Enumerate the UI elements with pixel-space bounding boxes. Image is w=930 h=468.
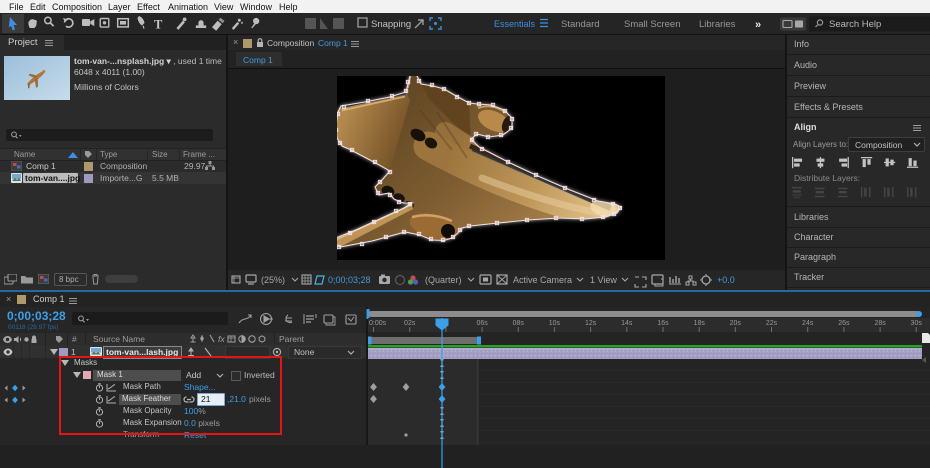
svg-text:+0.0: +0.0	[717, 275, 735, 285]
svg-text:»: »	[755, 19, 761, 31]
svg-text:06s: 06s	[476, 320, 488, 327]
svg-text:1 View: 1 View	[590, 275, 617, 285]
svg-text:12s: 12s	[585, 320, 597, 327]
svg-text:02s: 02s	[404, 320, 416, 327]
svg-text:(25%): (25%)	[261, 275, 285, 285]
svg-text:Libraries: Libraries	[699, 19, 736, 30]
svg-text:08s: 08s	[513, 320, 525, 327]
svg-text:Small Screen: Small Screen	[624, 19, 681, 30]
svg-text:Search Help: Search Help	[829, 19, 881, 30]
svg-text:20s: 20s	[730, 320, 742, 327]
svg-text:Active Camera: Active Camera	[513, 275, 572, 285]
svg-text:Essentials: Essentials	[494, 19, 536, 29]
svg-text:0:00s: 0:00s	[369, 320, 387, 327]
svg-text:16s: 16s	[657, 320, 669, 327]
svg-text:10s: 10s	[549, 320, 561, 327]
svg-text:14s: 14s	[621, 320, 633, 327]
svg-text:Standard: Standard	[561, 19, 600, 30]
svg-text:0;00;03;28: 0;00;03;28	[328, 275, 371, 285]
svg-text:fx: fx	[218, 334, 225, 344]
svg-text:Snapping: Snapping	[371, 19, 411, 30]
svg-text:28s: 28s	[874, 320, 886, 327]
svg-text:T: T	[154, 18, 163, 32]
svg-text:26s: 26s	[838, 320, 850, 327]
svg-text:30s: 30s	[911, 320, 923, 327]
svg-text:22s: 22s	[766, 320, 778, 327]
svg-text:18s: 18s	[694, 320, 706, 327]
svg-text:24s: 24s	[802, 320, 814, 327]
svg-text:(Quarter): (Quarter)	[425, 275, 462, 285]
